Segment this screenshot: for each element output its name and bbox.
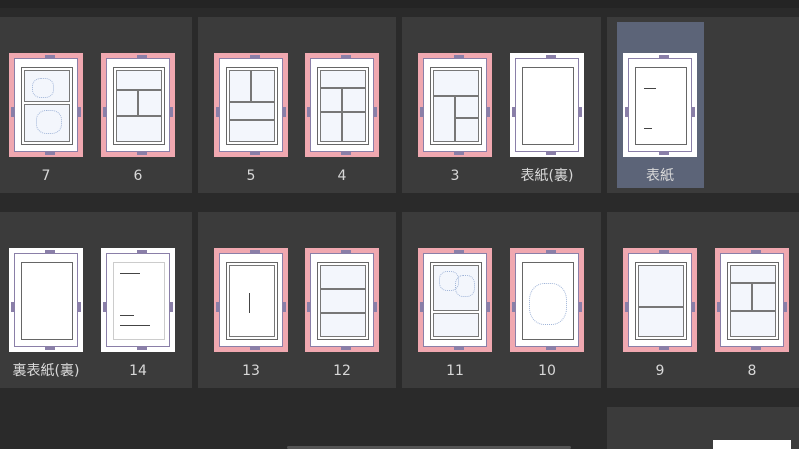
page-label: 6 bbox=[133, 168, 143, 184]
page-label: 表紙(裏) bbox=[520, 168, 574, 184]
page-thumbnail-13[interactable] bbox=[214, 248, 288, 352]
page-thumbnail-cover[interactable] bbox=[623, 53, 697, 157]
page-thumbnail-11[interactable] bbox=[418, 248, 492, 352]
page-label: 14 bbox=[129, 363, 147, 379]
page-thumbnail-12[interactable] bbox=[305, 248, 379, 352]
page-thumbnail-partial[interactable] bbox=[713, 440, 791, 449]
page-thumbnail-9[interactable] bbox=[623, 248, 697, 352]
page-label: 7 bbox=[41, 168, 51, 184]
page-thumbnail-14[interactable] bbox=[101, 248, 175, 352]
page-label: 裏表紙(裏) bbox=[12, 363, 80, 379]
page-label: 13 bbox=[242, 363, 260, 379]
page-thumbnail-6[interactable] bbox=[101, 53, 175, 157]
page-label: 11 bbox=[446, 363, 464, 379]
page-label: 9 bbox=[655, 363, 665, 379]
page-thumbnail-cover-back[interactable] bbox=[510, 53, 584, 157]
page-label: 4 bbox=[337, 168, 347, 184]
page-thumbnail-7[interactable] bbox=[9, 53, 83, 157]
page-thumbnail-10[interactable] bbox=[510, 248, 584, 352]
page-label: 12 bbox=[333, 363, 351, 379]
page-label: 10 bbox=[538, 363, 556, 379]
page-label: 8 bbox=[747, 363, 757, 379]
page-thumbnail-5[interactable] bbox=[214, 53, 288, 157]
page-thumbnail-4[interactable] bbox=[305, 53, 379, 157]
page-thumbnail-3[interactable] bbox=[418, 53, 492, 157]
page-label: 表紙 bbox=[646, 168, 674, 184]
top-divider bbox=[0, 0, 799, 8]
page-thumbnail-8[interactable] bbox=[715, 248, 789, 352]
page-label: 5 bbox=[246, 168, 256, 184]
page-thumbnail-backcover-back[interactable] bbox=[9, 248, 83, 352]
page-label: 3 bbox=[450, 168, 460, 184]
